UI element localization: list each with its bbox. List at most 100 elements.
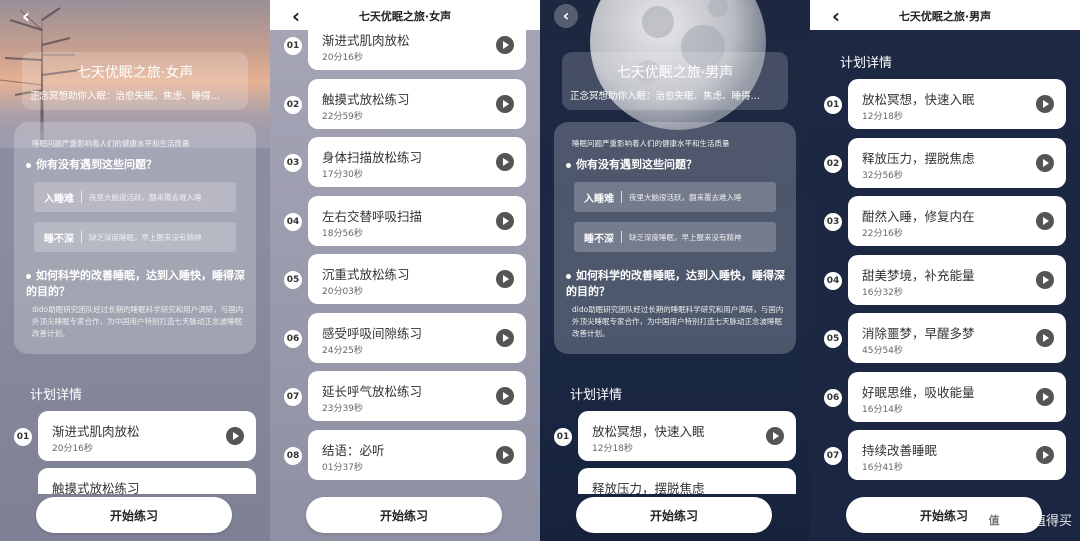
issue-pill: 入睡难 夜里大脑很活跃，翻来覆去难入睡 (574, 182, 776, 212)
chevron-left-icon: ‹ (562, 6, 570, 25)
issue-tag: 入睡难 (44, 193, 74, 205)
track-name: 放松冥想，快速入眠 (592, 424, 705, 439)
page-title: 七天优眠之旅·男声 (616, 65, 734, 81)
play-icon[interactable] (496, 211, 514, 230)
intro-text: 睡眠问题严重影响着人们的健康水平和生活质量 (572, 139, 730, 148)
track-item[interactable]: 放松冥想，快速入眠 12分18秒 (848, 79, 1066, 129)
track-duration: 01分37秒 (322, 462, 363, 473)
back-button[interactable]: ‹ (554, 4, 578, 28)
chevron-left-icon: ‹ (291, 4, 301, 28)
track-item[interactable]: 消除噩梦，早醒多梦 45分54秒 (848, 313, 1066, 363)
track-number: 01 (824, 96, 842, 114)
track-name: 释放压力，摆脱焦虑 (592, 481, 705, 496)
watermark-text: 什么值得买 (1006, 514, 1072, 529)
page-title: 七天优眠之旅·男声 (898, 10, 992, 23)
back-button[interactable]: ‹ (284, 4, 308, 28)
track-item[interactable]: 触摸式放松练习 (38, 468, 256, 496)
page-subtitle: 正念冥想助你入眠：治愈失眠、焦虑、睡得… (30, 91, 221, 102)
track-name: 释放压力，摆脱焦虑 (862, 150, 975, 166)
page-title: 七天优眠之旅·女声 (358, 10, 452, 23)
track-number: 01 (284, 37, 302, 55)
track-item[interactable]: 释放压力，摆脱焦虑 (578, 468, 796, 496)
track-item[interactable]: 酣然入睡，修复内在 22分16秒 (848, 196, 1066, 246)
track-number: 07 (824, 447, 842, 465)
intro-card: 睡眠问题严重影响着人们的健康水平和生活质量 你有没有遇到这些问题？ 入睡难 夜里… (554, 122, 796, 354)
play-icon[interactable] (1036, 212, 1054, 230)
play-icon[interactable] (1036, 387, 1054, 406)
track-item[interactable]: 左右交替呼吸扫描 18分56秒 (308, 195, 526, 246)
track-number: 05 (284, 271, 302, 289)
track-name: 放松冥想，快速入眠 (862, 92, 975, 107)
issue-tag: 入睡难 (584, 193, 614, 205)
issue-pill: 入睡难 夜里大脑很活跃，翻来覆去难入睡 (34, 182, 236, 212)
track-item[interactable]: 身体扫描放松练习 17分30秒 (308, 137, 526, 187)
track-item[interactable]: 放松冥想，快速入眠 12分18秒 (578, 411, 796, 461)
play-icon[interactable] (496, 270, 514, 288)
issue-desc: 夜里大脑很活跃，翻来覆去难入睡 (629, 192, 742, 202)
track-name: 酣然入睡，修复内在 (862, 209, 975, 224)
intro-text: 睡眠问题严重影响着人们的健康水平和生活质量 (32, 139, 190, 148)
play-icon[interactable] (496, 387, 514, 405)
play-icon[interactable] (1036, 329, 1054, 347)
bullet-icon (26, 273, 31, 279)
play-icon[interactable] (496, 445, 514, 464)
track-item[interactable]: 延长呼气放松练习 23分39秒 (308, 371, 526, 421)
play-icon[interactable] (1036, 446, 1054, 464)
track-item[interactable]: 释放压力，摆脱焦虑 32分56秒 (848, 137, 1066, 188)
track-name: 触摸式放松练习 (52, 481, 140, 496)
start-practice-button[interactable]: 开始练习 (36, 497, 232, 533)
track-number: 04 (284, 212, 302, 231)
divider (621, 231, 622, 243)
track-duration: 18分56秒 (322, 228, 363, 239)
watermark: 值 什么值得买 (984, 510, 1072, 529)
play-icon[interactable] (496, 153, 514, 171)
track-duration: 12分18秒 (862, 112, 903, 122)
divider (81, 231, 82, 243)
plan-label: 计划详情 (30, 388, 83, 403)
track-item[interactable]: 持续改善睡眠 16分41秒 (848, 430, 1066, 480)
screen-female-intro: ‹ 七天优眠之旅·女声 正念冥想助你入眠：治愈失眠、焦虑、睡得… 睡眠问题严重影… (0, 0, 270, 541)
track-item[interactable]: 甜美梦境，补充能量 16分32秒 (848, 254, 1066, 305)
play-icon[interactable] (1036, 270, 1054, 289)
track-number: 02 (284, 95, 302, 114)
start-practice-button[interactable]: 开始练习 (576, 497, 772, 533)
track-item[interactable]: 触摸式放松练习 22分59秒 (308, 78, 526, 129)
track-duration: 23分39秒 (322, 404, 363, 414)
track-number: 02 (824, 154, 842, 173)
track-number: 06 (284, 329, 302, 348)
track-duration: 45分54秒 (862, 346, 903, 356)
question-2-text: dido助眠研究团队经过长期的睡眠科学研究和用户调研，与国内外顶尖睡眠专家合作，… (572, 305, 784, 338)
back-button[interactable]: ‹ (14, 4, 38, 28)
play-icon[interactable] (496, 328, 514, 347)
track-number: 01 (554, 428, 572, 446)
track-name: 消除噩梦，早醒多梦 (862, 326, 975, 341)
play-icon[interactable] (766, 427, 784, 445)
issue-tag: 睡不深 (584, 233, 614, 245)
track-item[interactable]: 结语：必听 01分37秒 (308, 429, 526, 480)
top-bar: ‹ 七天优眠之旅·女声 (270, 0, 540, 30)
issue-desc: 夜里大脑很活跃，翻来覆去难入睡 (89, 192, 202, 202)
play-icon[interactable] (1036, 153, 1054, 172)
play-icon[interactable] (226, 427, 244, 445)
back-button[interactable]: ‹ (824, 4, 848, 28)
top-bar: ‹ 七天优眠之旅·男声 (810, 0, 1080, 30)
track-name: 渐进式肌肉放松 (322, 33, 410, 48)
track-item[interactable]: 渐进式肌肉放松 20分16秒 (38, 411, 256, 461)
issue-tag: 睡不深 (44, 233, 74, 245)
question-1: 你有没有遇到这些问题？ (26, 156, 157, 172)
issue-pill: 睡不深 缺乏深度睡眠，早上醒来没有精神 (574, 222, 776, 252)
track-name: 沉重式放松练习 (322, 267, 410, 282)
track-item[interactable]: 好眠思维，吸收能量 16分14秒 (848, 371, 1066, 422)
play-icon[interactable] (496, 36, 514, 54)
track-duration: 16分41秒 (862, 463, 903, 473)
track-item[interactable]: 感受呼吸间隙练习 24分25秒 (308, 312, 526, 363)
track-number: 07 (284, 388, 302, 406)
track-name: 延长呼气放松练习 (322, 384, 423, 399)
start-practice-button[interactable]: 开始练习 (306, 497, 502, 533)
plan-label: 计划详情 (570, 388, 623, 403)
play-icon[interactable] (1036, 95, 1054, 113)
track-number: 08 (284, 446, 302, 465)
play-icon[interactable] (496, 94, 514, 113)
track-item[interactable]: 沉重式放松练习 20分03秒 (308, 254, 526, 304)
divider (621, 191, 622, 203)
